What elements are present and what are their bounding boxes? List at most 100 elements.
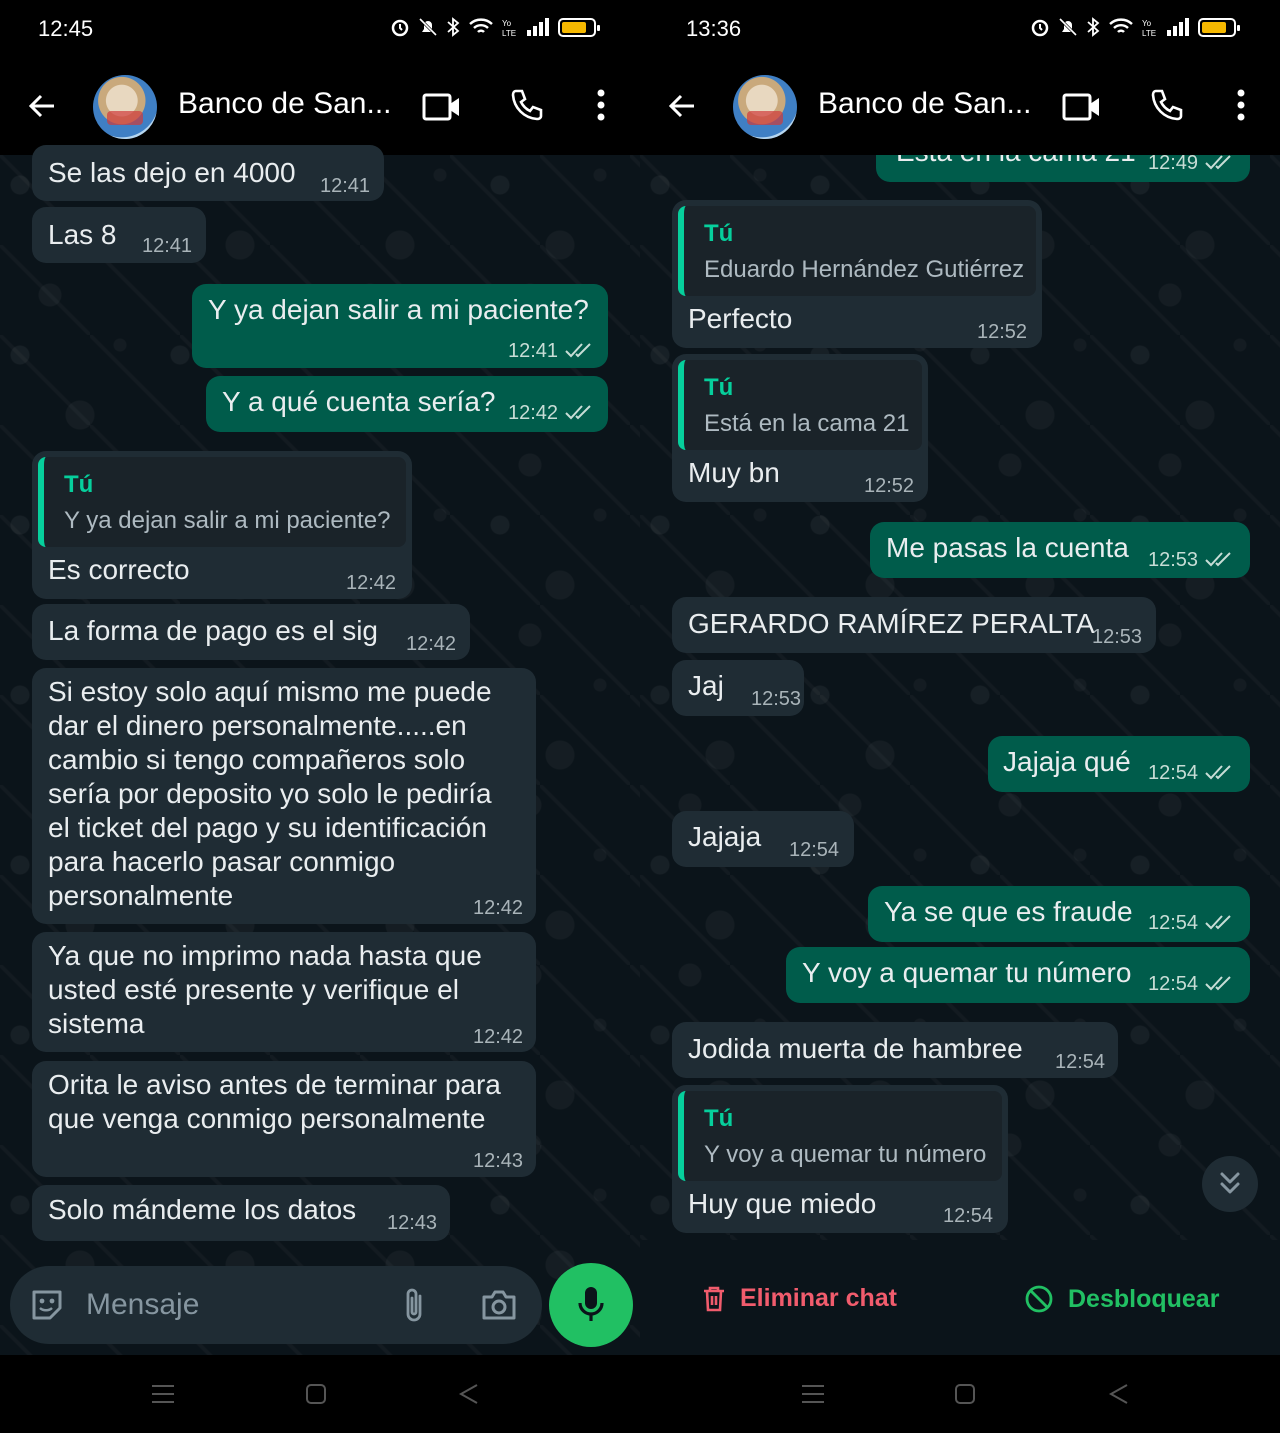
delete-chat-button[interactable]: Eliminar chat (702, 1284, 897, 1313)
voice-call-icon[interactable] (510, 88, 544, 122)
message-text: Y ya dejan salir a mi paciente? (208, 294, 589, 325)
message-incoming[interactable]: La forma de pago es el sig 12:42 (32, 604, 470, 660)
quote-author: Tú (704, 374, 734, 401)
message-text: Jajaja (688, 821, 762, 852)
double-check-icon (565, 343, 591, 358)
quoted-message[interactable]: Tú Y voy a quemar tu número (678, 1091, 1002, 1181)
menu-nav-icon[interactable] (800, 1383, 826, 1405)
message-incoming[interactable]: Jajaja 12:54 (672, 811, 854, 867)
bluetooth-icon (1087, 17, 1100, 37)
status-icons: Yo LTE (390, 17, 600, 37)
message-time: 12:42 (346, 572, 397, 594)
quote-text: Eduardo Hernández Gutiérrez (704, 256, 1025, 283)
voice-call-icon[interactable] (1150, 88, 1184, 122)
message-incoming-reply[interactable]: Tú Y ya dejan salir a mi paciente? Es co… (32, 451, 412, 599)
message-time: 12:42 (406, 633, 457, 655)
camera-icon[interactable] (480, 1288, 518, 1322)
message-time: 12:54 (1055, 1051, 1106, 1073)
mic-button[interactable] (549, 1263, 633, 1347)
wifi-icon (1109, 18, 1133, 33)
message-outgoing[interactable]: Y ya dejan salir a mi paciente? 12:41 (192, 284, 608, 368)
message-text: Las 8 (48, 219, 117, 250)
message-outgoing[interactable]: Jajaja qué 12:54 (988, 736, 1250, 792)
message-incoming[interactable]: Si estoy solo aquí mismo me puede dar el… (32, 668, 536, 924)
message-time: 12:54 (1148, 762, 1199, 784)
menu-nav-icon[interactable] (150, 1383, 176, 1405)
message-incoming[interactable]: Orita le aviso antes de terminar para qu… (32, 1061, 536, 1177)
quoted-message[interactable]: Tú Eduardo Hernández Gutiérrez (678, 206, 1036, 296)
message-time: 12:54 (1148, 973, 1199, 995)
quote-text: Está en la cama 21 (704, 410, 910, 437)
svg-text:LTE: LTE (1142, 29, 1156, 37)
status-bar: 13:36 Yo LTE (640, 0, 1280, 58)
more-icon[interactable] (1236, 88, 1246, 122)
unblock-label: Desbloquear (1068, 1284, 1220, 1313)
message-input[interactable]: Mensaje (86, 1288, 199, 1322)
message-incoming-reply[interactable]: Tú Y voy a quemar tu número Huy que mied… (672, 1085, 1008, 1233)
more-icon[interactable] (596, 88, 606, 122)
avatar[interactable] (733, 75, 797, 139)
message-text: Es correcto (48, 554, 190, 585)
message-text: Solo mándeme los datos (48, 1194, 357, 1225)
status-time: 12:45 (38, 16, 94, 41)
back-arrow-icon[interactable] (26, 90, 58, 122)
message-time: 12:43 (473, 1150, 524, 1172)
battery-icon (1198, 17, 1240, 37)
message-text: Si estoy solo aquí mismo me puede dar el… (48, 676, 492, 911)
message-outgoing[interactable]: Me pasas la cuenta 12:53 (870, 522, 1250, 578)
message-incoming[interactable]: Jaj 12:53 (672, 660, 804, 716)
message-incoming-reply[interactable]: Tú Eduardo Hernández Gutiérrez Perfecto … (672, 200, 1042, 348)
status-icons: Yo LTE (1030, 17, 1240, 37)
back-nav-icon[interactable] (1108, 1383, 1130, 1405)
message-time: 12:53 (751, 688, 802, 710)
message-time: 12:53 (1092, 626, 1143, 648)
volte-icon: YoLTE (502, 19, 516, 37)
message-text: Huy que miedo (688, 1188, 877, 1219)
message-composer[interactable]: Mensaje (10, 1266, 542, 1344)
contact-name[interactable]: Banco de San... (178, 87, 392, 121)
home-nav-icon[interactable] (305, 1383, 327, 1405)
home-nav-icon[interactable] (954, 1383, 976, 1405)
message-outgoing[interactable]: Ya se que es fraude 12:54 (868, 886, 1250, 942)
message-outgoing[interactable]: Y voy a quemar tu número 12:54 (786, 947, 1250, 1003)
quoted-message[interactable]: Tú Y ya dejan salir a mi paciente? (38, 457, 406, 547)
quote-author: Tú (704, 1105, 734, 1132)
scroll-down-icon (1220, 1172, 1240, 1194)
message-incoming[interactable]: Jodida muerta de hambree 12:54 (672, 1022, 1118, 1078)
message-incoming[interactable]: Las 8 12:41 (32, 207, 206, 263)
message-incoming[interactable]: Se las dejo en 4000 12:41 (32, 145, 384, 201)
quote-author: Tú (64, 471, 94, 498)
unblock-icon (1025, 1285, 1053, 1313)
message-incoming[interactable]: Ya que no imprimo nada hasta que usted e… (32, 932, 536, 1052)
double-check-icon (565, 405, 591, 420)
message-text: Me pasas la cuenta (886, 532, 1129, 563)
status-bar: 12:45 Yo LTE (0, 0, 640, 58)
unblock-button[interactable]: Desbloquear (1024, 1284, 1219, 1314)
svg-text:Yo: Yo (502, 19, 512, 28)
scroll-down-button[interactable] (1202, 1156, 1258, 1212)
message-outgoing[interactable]: Y a qué cuenta sería? 12:42 (206, 376, 608, 432)
message-text: La forma de pago es el sig (48, 615, 378, 646)
message-incoming-reply[interactable]: Tú Está en la cama 21 Muy bn 12:52 (672, 354, 928, 502)
video-call-icon[interactable] (1062, 92, 1102, 122)
quoted-message[interactable]: Tú Está en la cama 21 (678, 360, 922, 450)
sticker-icon[interactable] (28, 1286, 66, 1324)
alarm-icon (391, 19, 409, 37)
message-incoming[interactable]: GERARDO RAMÍREZ PERALTA 12:53 (672, 597, 1156, 653)
message-text: Ya se que es fraude (884, 896, 1133, 927)
message-text: Se las dejo en 4000 (48, 157, 296, 188)
message-time: 12:41 (142, 235, 193, 257)
avatar[interactable] (93, 75, 157, 139)
attach-icon[interactable] (402, 1286, 426, 1324)
video-call-icon[interactable] (422, 92, 462, 122)
contact-name[interactable]: Banco de San... (818, 87, 1032, 121)
back-nav-icon[interactable] (458, 1383, 480, 1405)
message-text: Jajaja qué (1003, 746, 1131, 777)
back-arrow-icon[interactable] (666, 90, 698, 122)
message-time: 12:49 (1148, 152, 1199, 174)
message-incoming[interactable]: Solo mándeme los datos 12:43 (32, 1185, 450, 1241)
double-check-icon (1205, 155, 1231, 170)
message-time: 12:42 (473, 897, 524, 919)
message-text: Jodida muerta de hambree (688, 1033, 1023, 1064)
quote-author: Tú (704, 220, 734, 247)
